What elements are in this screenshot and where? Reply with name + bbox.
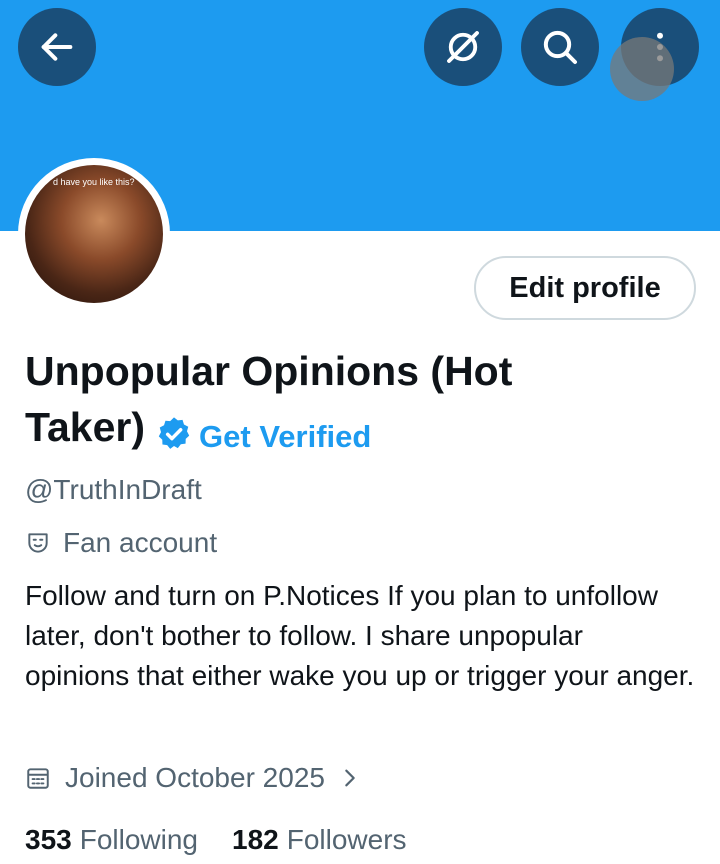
search-icon — [543, 30, 577, 64]
theater-masks-icon — [28, 533, 48, 553]
search-button[interactable] — [521, 8, 599, 86]
joined-date-row[interactable]: Joined October 2025 — [25, 762, 361, 794]
followers-link[interactable]: 182 Followers — [232, 824, 407, 856]
avatar-caption: d have you like this? — [53, 177, 135, 187]
followers-label: Followers — [286, 824, 407, 855]
back-button[interactable] — [18, 8, 96, 86]
avatar[interactable]: d have you like this? — [18, 158, 170, 310]
followers-count: 182 — [232, 824, 279, 855]
user-handle: @TruthInDraft — [25, 474, 202, 505]
following-label: Following — [79, 824, 198, 855]
following-count: 353 — [25, 824, 72, 855]
following-link[interactable]: 353 Following — [25, 824, 198, 856]
edit-profile-button[interactable]: Edit profile — [474, 256, 696, 320]
verified-badge-icon — [158, 417, 190, 449]
arrow-left-icon — [41, 33, 73, 61]
grok-icon — [447, 31, 479, 63]
joined-date: Joined October 2025 — [65, 762, 325, 793]
display-name-block: Unpopular Opinions (Hot Taker) Get Verif… — [25, 343, 625, 455]
grok-button[interactable] — [424, 8, 502, 86]
profile-category: Fan account — [25, 527, 217, 559]
avatar-image: d have you like this? — [25, 165, 163, 303]
profile-bio: Follow and turn on P.Notices If you plan… — [25, 580, 695, 691]
calendar-icon — [27, 768, 49, 789]
chevron-right-icon — [345, 769, 355, 787]
get-verified-link[interactable]: Get Verified — [199, 419, 371, 454]
category-label: Fan account — [63, 527, 218, 558]
follow-stats: 353 Following 182 Followers — [25, 824, 441, 856]
touch-indicator — [610, 37, 674, 101]
